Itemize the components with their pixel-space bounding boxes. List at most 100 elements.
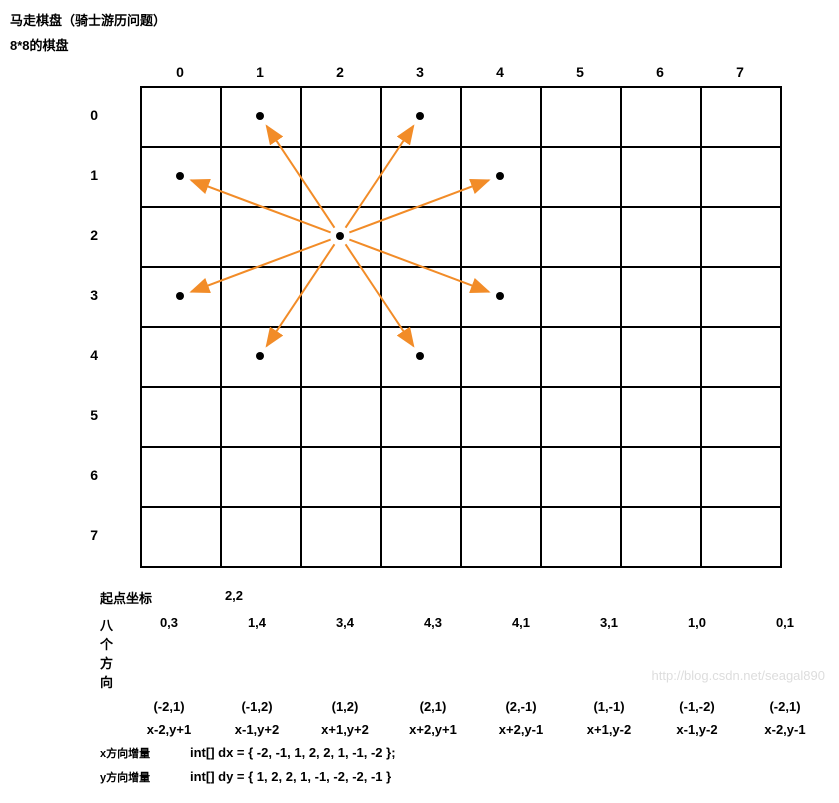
dir-coord: 3,4	[301, 615, 389, 630]
dy-code: int[] dy = { 1, 2, 2, 1, -1, -2, -2, -1 …	[190, 769, 391, 784]
row-label: 1	[68, 167, 98, 183]
grid-cell	[701, 387, 781, 447]
column-label: 6	[620, 64, 700, 86]
dir-delta: (1,2)	[301, 699, 389, 714]
grid-cell	[701, 87, 781, 147]
dir-delta: (-2,1)	[741, 699, 829, 714]
dir-coord: 4,1	[477, 615, 565, 630]
grid-cell	[461, 387, 541, 447]
dir-expr: x+1,y-2	[565, 722, 653, 737]
grid-cell	[621, 327, 701, 387]
row-label: 2	[68, 227, 98, 243]
dir-expr: x-1,y-2	[653, 722, 741, 737]
eight-dir-label: 八个方向	[100, 615, 125, 691]
grid-cell	[621, 507, 701, 567]
grid-cell	[221, 207, 301, 267]
grid-cell	[701, 507, 781, 567]
xinc-label: x方向增量	[100, 745, 190, 761]
grid-cell	[621, 147, 701, 207]
column-label: 1	[220, 64, 300, 86]
row-label: 0	[68, 107, 98, 123]
dir-coord: 3,1	[565, 615, 653, 630]
grid-cell	[461, 207, 541, 267]
grid-cell	[301, 327, 381, 387]
grid-cell	[301, 507, 381, 567]
grid-cell	[621, 207, 701, 267]
page-title-1: 马走棋盘（骑士游历问题）	[10, 10, 829, 29]
yinc-label: y方向增量	[100, 769, 190, 785]
grid-cell	[381, 507, 461, 567]
grid-cell	[381, 207, 461, 267]
grid	[140, 86, 782, 568]
dir-delta: (-2,1)	[125, 699, 213, 714]
grid-cell	[221, 507, 301, 567]
grid-cell	[621, 447, 701, 507]
watermark: http://blog.csdn.net/seagal890	[652, 668, 825, 683]
column-label: 2	[300, 64, 380, 86]
row-label: 6	[68, 467, 98, 483]
grid-cell	[701, 267, 781, 327]
column-labels: 01234567	[140, 64, 829, 86]
grid-cell	[541, 147, 621, 207]
start-label: 起点坐标	[100, 588, 190, 607]
grid-cell	[621, 267, 701, 327]
grid-cell	[461, 87, 541, 147]
grid-cell	[701, 447, 781, 507]
grid-cell	[301, 387, 381, 447]
grid-cell	[541, 207, 621, 267]
dir-delta: (1,-1)	[565, 699, 653, 714]
grid-cell	[221, 147, 301, 207]
dir-expr: x+2,y-1	[477, 722, 565, 737]
grid-cell	[141, 507, 221, 567]
grid-cell	[381, 267, 461, 327]
dir-expr: x-1,y+2	[213, 722, 301, 737]
grid-cell	[221, 387, 301, 447]
board-container: 01234567 01234567	[140, 64, 829, 568]
row-label: 5	[68, 407, 98, 423]
grid-cell	[621, 387, 701, 447]
dir-coord: 0,1	[741, 615, 829, 630]
column-label: 5	[540, 64, 620, 86]
dir-deltas-row: (-2,1)(-1,2)(1,2)(2,1)(2,-1)(1,-1)(-1,-2…	[125, 699, 829, 714]
grid-cell	[381, 327, 461, 387]
grid-cell	[141, 207, 221, 267]
grid-cell	[541, 327, 621, 387]
grid-cell	[141, 327, 221, 387]
grid-cell	[381, 387, 461, 447]
dir-coord: 1,4	[213, 615, 301, 630]
grid-cell	[141, 387, 221, 447]
grid-cell	[381, 87, 461, 147]
row-label: 7	[68, 527, 98, 543]
grid-cell	[221, 87, 301, 147]
column-label: 7	[700, 64, 780, 86]
grid-cell	[461, 507, 541, 567]
dir-coords-row: 0,31,43,44,34,13,11,00,1	[125, 615, 829, 630]
row-label: 3	[68, 287, 98, 303]
grid-cell	[141, 447, 221, 507]
page-title-2: 8*8的棋盘	[10, 35, 829, 54]
dir-delta: (-1,-2)	[653, 699, 741, 714]
dir-expr: x-2,y-1	[741, 722, 829, 737]
start-value: 2,2	[190, 588, 278, 603]
dir-coord: 0,3	[125, 615, 213, 630]
grid-cell	[461, 147, 541, 207]
dir-expr: x+2,y+1	[389, 722, 477, 737]
dir-delta: (2,1)	[389, 699, 477, 714]
dir-delta: (2,-1)	[477, 699, 565, 714]
grid-cell	[221, 327, 301, 387]
grid-cell	[541, 267, 621, 327]
grid-cell	[621, 87, 701, 147]
grid-cell	[301, 447, 381, 507]
grid-cell	[301, 147, 381, 207]
grid-cell	[141, 267, 221, 327]
dir-expr: x-2,y+1	[125, 722, 213, 737]
dir-delta: (-1,2)	[213, 699, 301, 714]
board	[140, 86, 829, 568]
grid-cell	[381, 147, 461, 207]
grid-cell	[141, 147, 221, 207]
grid-cell	[701, 327, 781, 387]
column-label: 3	[380, 64, 460, 86]
grid-cell	[541, 447, 621, 507]
grid-cell	[141, 87, 221, 147]
dir-coord: 4,3	[389, 615, 477, 630]
